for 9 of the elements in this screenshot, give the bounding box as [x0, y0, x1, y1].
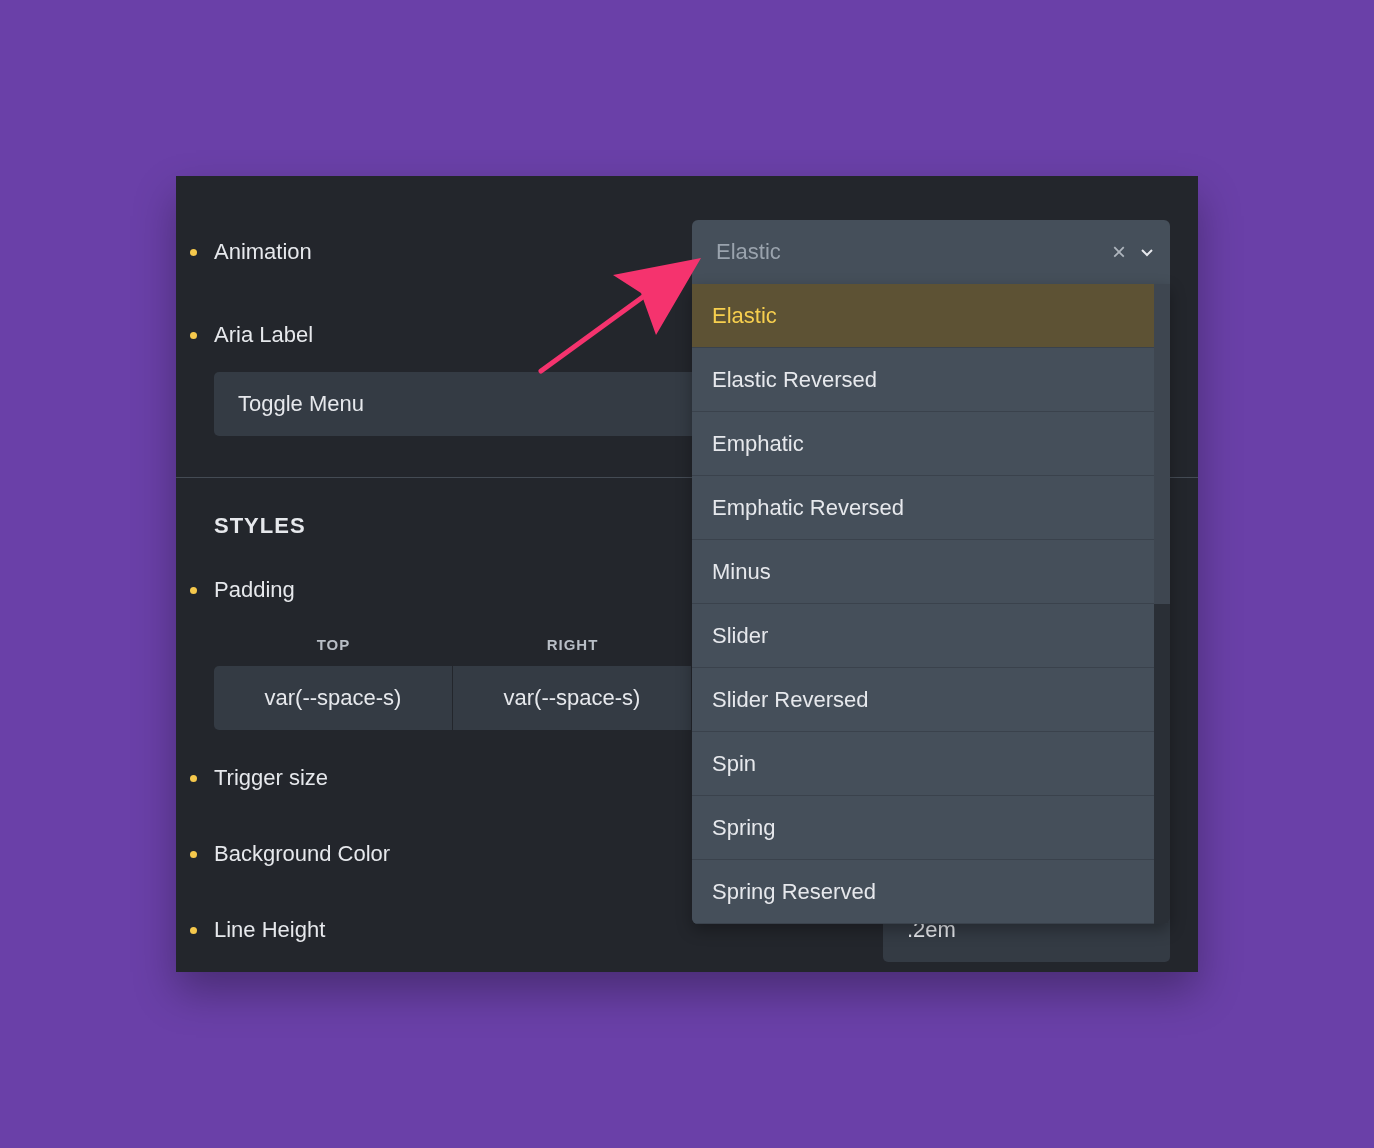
- field-label: Background Color: [214, 840, 391, 868]
- column-label: TOP: [315, 635, 352, 655]
- field-label: Line Height: [214, 916, 326, 944]
- field-label: Padding: [214, 576, 295, 604]
- field-label: Trigger size: [214, 764, 329, 792]
- section-title: STYLES: [214, 512, 307, 540]
- field-label: Aria Label: [214, 321, 314, 349]
- field-label: Animation: [214, 238, 312, 266]
- column-label: RIGHT: [545, 635, 600, 655]
